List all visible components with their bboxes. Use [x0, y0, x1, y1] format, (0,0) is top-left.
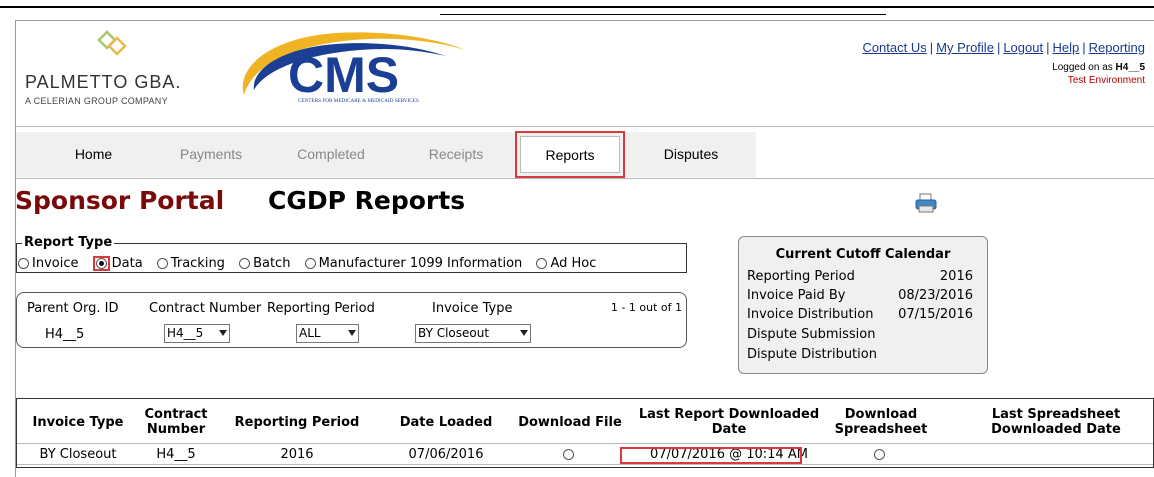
data-radio-highlight [92, 256, 110, 271]
page-title: CGDP Reports [268, 186, 466, 215]
header-links: Contact Us | My Profile | Logout | Help | Report… [862, 40, 1145, 55]
col-header-contract-number: Contract Number [144, 407, 208, 437]
nav-reports-highlight: Reports [515, 131, 625, 178]
radio-icon[interactable] [239, 258, 251, 269]
parent-org-value: H4__5 [45, 327, 85, 342]
report-type-tracking[interactable]: Tracking [156, 256, 225, 271]
main-nav: Home Payments Completed Receipts Dispute… [16, 132, 756, 177]
cell-last-spreadsheet-downloaded [961, 444, 1151, 466]
cell-contract-number: H4__5 [156, 447, 196, 462]
radio-icon[interactable] [18, 258, 29, 269]
result-count: 1 - 1 out of 1 [610, 301, 682, 314]
reporting-link[interactable]: Reporting [1089, 40, 1145, 55]
cutoff-calendar-panel: Current Cutoff Calendar Reporting Period… [738, 236, 988, 374]
calendar-row: Invoice Paid By 08/23/2016 [747, 288, 973, 303]
nav-reports[interactable]: Reports [520, 136, 620, 173]
report-type-options: Invoice Data Tracking Batch Manufacturer… [18, 256, 606, 273]
palmetto-subtitle: A CELERIAN GROUP COMPANY [25, 96, 168, 106]
cell-invoice-type: BY Closeout [39, 447, 117, 462]
invoice-type-select[interactable]: BY Closeout [415, 324, 531, 343]
cell-reporting-period: 2016 [280, 447, 314, 462]
cell-date-loaded: 07/06/2016 [408, 447, 484, 462]
reporting-period-select[interactable]: ALL [296, 324, 359, 343]
nav-payments[interactable]: Payments [156, 132, 266, 177]
nav-disputes[interactable]: Disputes [636, 132, 746, 177]
results-table: Invoice Type Contract Number Reporting P… [16, 398, 1154, 468]
download-file-radio[interactable] [513, 444, 627, 466]
col-header-invoice-type: Invoice Type [32, 414, 124, 430]
chevron-down-icon [219, 330, 227, 336]
col-header-reporting-period: Reporting Period [234, 414, 360, 430]
radio-icon[interactable] [304, 258, 316, 269]
radio-selected-icon[interactable] [95, 258, 107, 269]
portal-title: Sponsor Portal [15, 186, 225, 215]
calendar-row: Invoice Distribution 07/15/2016 [747, 307, 973, 322]
col-header-date-loaded: Date Loaded [399, 414, 493, 430]
invoice-type-label: Invoice Type [432, 301, 513, 316]
radio-icon[interactable] [156, 258, 168, 269]
cms-subtitle: CENTERS FOR MEDICARE & MEDICAID SERVICES [298, 98, 419, 104]
page-top-rule [0, 0, 1154, 8]
calendar-row: Reporting Period 2016 [747, 269, 973, 284]
calendar-row: Dispute Submission [747, 327, 876, 342]
col-header-last-spreadsheet-downloaded: Last Spreadsheet Downloaded Date [991, 407, 1121, 437]
nav-top-rule [16, 126, 1154, 127]
logged-user: H4__5 [1115, 62, 1145, 73]
radio-icon[interactable] [536, 258, 548, 269]
nav-completed[interactable]: Completed [276, 132, 386, 177]
cms-wordmark: CMS [288, 47, 399, 103]
report-type-invoice[interactable]: Invoice [18, 256, 78, 271]
nav-bottom-rule [16, 178, 1154, 179]
col-header-last-report-downloaded: Last Report Downloaded Date [638, 407, 820, 437]
report-type-legend: Report Type [22, 235, 115, 250]
reporting-period-label: Reporting Period [267, 301, 375, 316]
col-header-download-spreadsheet: Download Spreadsheet [834, 407, 928, 437]
report-type-manufacturer-1099[interactable]: Manufacturer 1099 Information [304, 256, 522, 271]
my-profile-link[interactable]: My Profile [936, 40, 994, 55]
report-type-data[interactable]: Data [92, 256, 143, 271]
printer-icon[interactable] [915, 193, 937, 213]
contract-number-label: Contract Number [149, 301, 262, 316]
logged-on-label: Logged on as H4__5 [1052, 62, 1145, 73]
calendar-row: Dispute Distribution [747, 347, 877, 362]
chevron-down-icon [348, 330, 356, 336]
palmetto-gba-logo: PALMETTO GBA. A CELERIAN GROUP COMPANY [23, 30, 223, 110]
download-spreadsheet-radio[interactable] [823, 444, 939, 466]
palmetto-diamond-icon [97, 30, 127, 56]
logout-link[interactable]: Logout [1003, 40, 1043, 55]
report-type-batch[interactable]: Batch [239, 256, 290, 271]
nav-receipts[interactable]: Receipts [401, 132, 511, 177]
contract-number-select[interactable]: H4__5 [164, 324, 230, 343]
cms-logo: CMS CENTERS FOR MEDICARE & MEDICAID SERV… [226, 30, 476, 105]
contact-us-link[interactable]: Contact Us [862, 40, 926, 55]
cutoff-calendar-title: Current Cutoff Calendar [775, 247, 951, 262]
table-row: BY Closeout H4__5 2016 07/06/2016 07/07/… [17, 443, 1153, 465]
palmetto-name: PALMETTO GBA. [25, 72, 182, 92]
report-type-ad-hoc[interactable]: Ad Hoc [536, 256, 596, 271]
col-header-download-file: Download File [518, 414, 622, 430]
nav-home[interactable]: Home [41, 132, 146, 177]
page-top-underline [440, 14, 886, 15]
parent-org-label: Parent Org. ID [27, 301, 119, 316]
environment-label: Test Environment [1067, 75, 1145, 86]
last-report-date-highlight [620, 447, 802, 464]
radio-icon[interactable] [563, 449, 574, 460]
radio-icon[interactable] [874, 449, 885, 460]
chevron-down-icon [520, 330, 528, 336]
filter-panel: Parent Org. ID H4__5 Contract Number H4_… [16, 292, 687, 348]
help-link[interactable]: Help [1052, 40, 1079, 55]
